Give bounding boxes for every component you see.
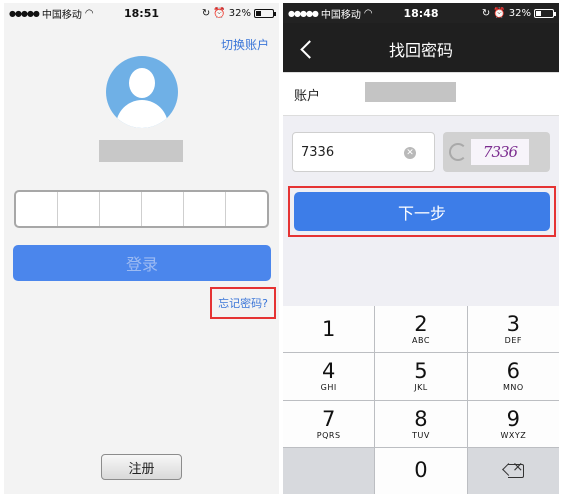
- key-1[interactable]: 1: [283, 306, 375, 353]
- numeric-keypad: 1 2 ABC 3 DEF 4 GHI 5 JKL 6 MNO 7 PQRS 8 TUV 9W…: [283, 306, 559, 494]
- key-4[interactable]: 4 GHI: [283, 353, 375, 400]
- password-digit-box[interactable]: [58, 192, 100, 226]
- battery-icon: [254, 8, 276, 18]
- backspace-icon: [502, 460, 525, 478]
- forgot-password-highlight: 忘记密码?: [210, 287, 276, 319]
- screenshot-root: ●●●●● 中国移动 ◠ 18:51 ↻ ⏰ 32% 切换账户 登录 忘记密码?…: [0, 0, 562, 497]
- nav-title: 找回密码: [388, 41, 453, 60]
- redacted-account: [365, 82, 456, 102]
- key-delete[interactable]: [467, 447, 559, 494]
- alarm-icon: ⏰: [213, 7, 226, 19]
- battery-icon: [534, 8, 556, 18]
- carrier-label: 中国移动: [320, 9, 361, 21]
- orientation-lock-icon: ↻: [201, 7, 211, 19]
- verification-code-value: 7336: [301, 144, 335, 160]
- captcha-panel: 7336: [443, 132, 550, 172]
- next-button-highlight: 下一步: [288, 186, 556, 237]
- key-0[interactable]: 0: [375, 447, 467, 494]
- status-time: 18:51: [123, 6, 160, 20]
- battery-percent: 32%: [508, 7, 531, 19]
- next-button[interactable]: 下一步: [294, 192, 550, 231]
- signal-icon: ●●●●●: [9, 8, 40, 18]
- password-digit-box[interactable]: [100, 192, 142, 226]
- nav-bar: 找回密码: [283, 23, 559, 75]
- back-arrow-icon[interactable]: [299, 39, 315, 59]
- key-8[interactable]: 8 TUV: [375, 400, 467, 447]
- status-bar: ●●●●● 中国移动 ◠ 18:51 ↻ ⏰ 32%: [4, 3, 279, 23]
- login-button[interactable]: 登录: [13, 245, 271, 281]
- carrier-label: 中国移动: [41, 9, 82, 21]
- avatar: [106, 56, 178, 128]
- signal-icon: ●●●●●: [288, 8, 319, 18]
- wifi-icon: ◠: [84, 7, 94, 19]
- recover-password-screen: ●●●●● 中国移动 ◠ 18:48 ↻ ⏰ 32% 找回密码 账户 7336 …: [283, 3, 559, 494]
- account-row: 账户: [283, 72, 559, 116]
- refresh-icon[interactable]: [449, 143, 467, 161]
- key-blank: [283, 447, 375, 494]
- password-input[interactable]: [14, 190, 269, 228]
- forgot-password-link[interactable]: 忘记密码?: [218, 295, 268, 311]
- password-digit-box[interactable]: [226, 192, 267, 226]
- account-label: 账户: [294, 88, 321, 104]
- verification-code-input[interactable]: 7336 ✕: [292, 132, 435, 172]
- key-2[interactable]: 2 ABC: [375, 306, 467, 353]
- status-time: 18:48: [403, 6, 439, 20]
- key-9[interactable]: 9 WXYZ: [467, 400, 559, 447]
- register-button[interactable]: 注册: [101, 454, 182, 480]
- password-digit-box[interactable]: [16, 192, 58, 226]
- key-7[interactable]: 7 PQRS: [283, 400, 375, 447]
- key-6[interactable]: 6 MNO: [467, 353, 559, 400]
- password-digit-box[interactable]: [142, 192, 184, 226]
- key-3[interactable]: 3 DEF: [467, 306, 559, 353]
- key-5[interactable]: 5 JKL: [375, 353, 467, 400]
- redacted-username: [99, 140, 183, 162]
- battery-percent: 32%: [228, 7, 251, 19]
- orientation-lock-icon: ↻: [481, 7, 491, 19]
- clear-icon[interactable]: ✕: [404, 147, 416, 159]
- wifi-icon: ◠: [363, 7, 373, 19]
- switch-account-link[interactable]: 切换账户: [221, 36, 269, 53]
- avatar-body-shape: [116, 100, 168, 128]
- login-screen: ●●●●● 中国移动 ◠ 18:51 ↻ ⏰ 32% 切换账户 登录 忘记密码?…: [4, 3, 279, 494]
- avatar-head-shape: [129, 68, 155, 98]
- status-bar: ●●●●● 中国移动 ◠ 18:48 ↻ ⏰ 32%: [283, 3, 559, 23]
- password-digit-box[interactable]: [184, 192, 226, 226]
- captcha-image[interactable]: 7336: [471, 139, 529, 165]
- alarm-icon: ⏰: [493, 7, 506, 19]
